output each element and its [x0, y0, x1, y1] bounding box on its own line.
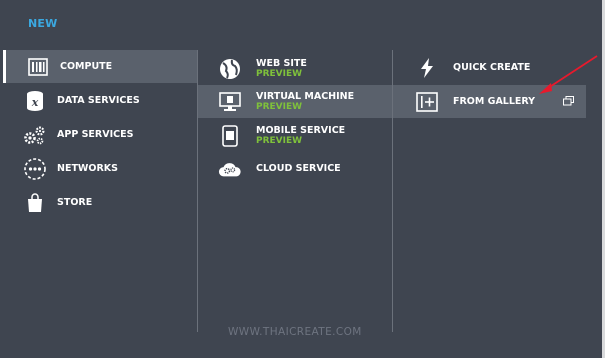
menu-item-mobile-service[interactable]: MOBILE SERVICE PREVIEW	[198, 119, 392, 152]
menu-item-label: NETWORKS	[57, 162, 118, 174]
menu-item-web-site[interactable]: WEB SITE PREVIEW	[198, 52, 392, 85]
menu-item-label: CLOUD SERVICE	[256, 162, 341, 174]
menu-item-label: STORE	[57, 196, 93, 208]
watermark-text: WWW.THAICREATE.COM	[228, 326, 362, 338]
menu-item-label: QUICK CREATE	[453, 61, 531, 73]
menu-item-label: COMPUTE	[60, 60, 113, 72]
globe-icon	[218, 57, 242, 81]
gallery-plus-icon	[415, 90, 439, 114]
menu-item-data-services[interactable]: x DATA SERVICES	[3, 84, 197, 117]
menu-item-label: MOBILE SERVICE	[256, 124, 346, 136]
menu-item-label: APP SERVICES	[57, 128, 134, 140]
menu-item-label: WEB SITE	[256, 57, 307, 69]
monitor-icon	[218, 90, 242, 114]
network-icon	[23, 157, 47, 181]
menu-item-networks[interactable]: NETWORKS	[3, 152, 197, 185]
menu-item-compute[interactable]: COMPUTE	[3, 50, 197, 83]
annotation-arrow	[539, 55, 598, 94]
menu-item-cloud-service[interactable]: CLOUD SERVICE	[198, 152, 392, 185]
shopping-bag-icon	[23, 191, 47, 215]
phone-icon	[218, 124, 242, 148]
menu-item-label: VIRTUAL MACHINE	[256, 90, 355, 102]
menu-item-virtual-machine[interactable]: VIRTUAL MACHINE PREVIEW	[198, 85, 392, 118]
gears-icon	[23, 123, 47, 147]
new-header-label: NEW	[28, 17, 58, 30]
preview-badge: PREVIEW	[256, 101, 303, 112]
new-panel: NEW COMPUTE x DATA SERVICES APP SERVICES…	[0, 0, 605, 358]
menu-item-store[interactable]: STORE	[3, 186, 197, 219]
preview-badge: PREVIEW	[256, 68, 303, 79]
data-services-icon: x	[23, 89, 47, 113]
menu-item-label: DATA SERVICES	[57, 94, 140, 106]
preview-badge: PREVIEW	[256, 135, 303, 146]
cloud-gear-icon	[218, 157, 242, 181]
svg-text:x: x	[31, 96, 39, 109]
lightning-icon	[415, 56, 439, 80]
menu-item-app-services[interactable]: APP SERVICES	[3, 118, 197, 151]
menu-item-label: FROM GALLERY	[453, 95, 536, 107]
compute-icon	[26, 55, 50, 79]
